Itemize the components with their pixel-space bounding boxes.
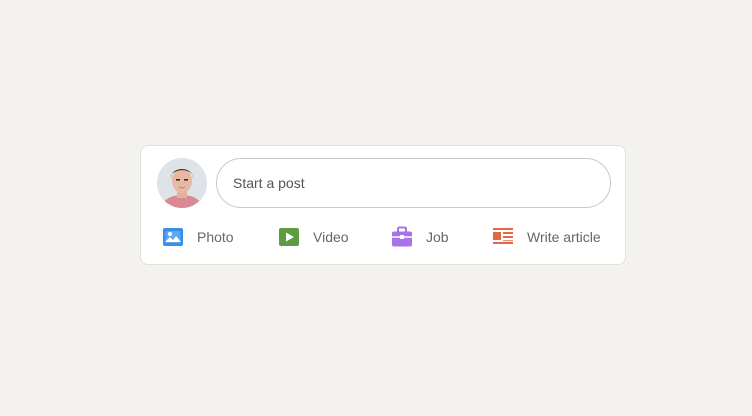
video-button[interactable]: Video [277, 224, 349, 250]
photo-icon [161, 225, 185, 249]
article-icon [491, 225, 515, 249]
job-icon [390, 225, 414, 249]
user-photo [157, 158, 207, 208]
video-label: Video [313, 229, 349, 245]
post-actions: Photo Video Job Write article [159, 224, 611, 250]
write-article-button[interactable]: Write article [491, 224, 601, 250]
video-icon [277, 225, 301, 249]
photo-button[interactable]: Photo [161, 224, 234, 250]
photo-label: Photo [197, 229, 234, 245]
job-button[interactable]: Job [390, 224, 449, 250]
avatar[interactable] [157, 158, 207, 208]
post-composer-card: Start a post Photo Video Job Write artic… [140, 145, 626, 265]
start-post-input[interactable]: Start a post [216, 158, 611, 208]
write-article-label: Write article [527, 229, 601, 245]
job-label: Job [426, 229, 449, 245]
